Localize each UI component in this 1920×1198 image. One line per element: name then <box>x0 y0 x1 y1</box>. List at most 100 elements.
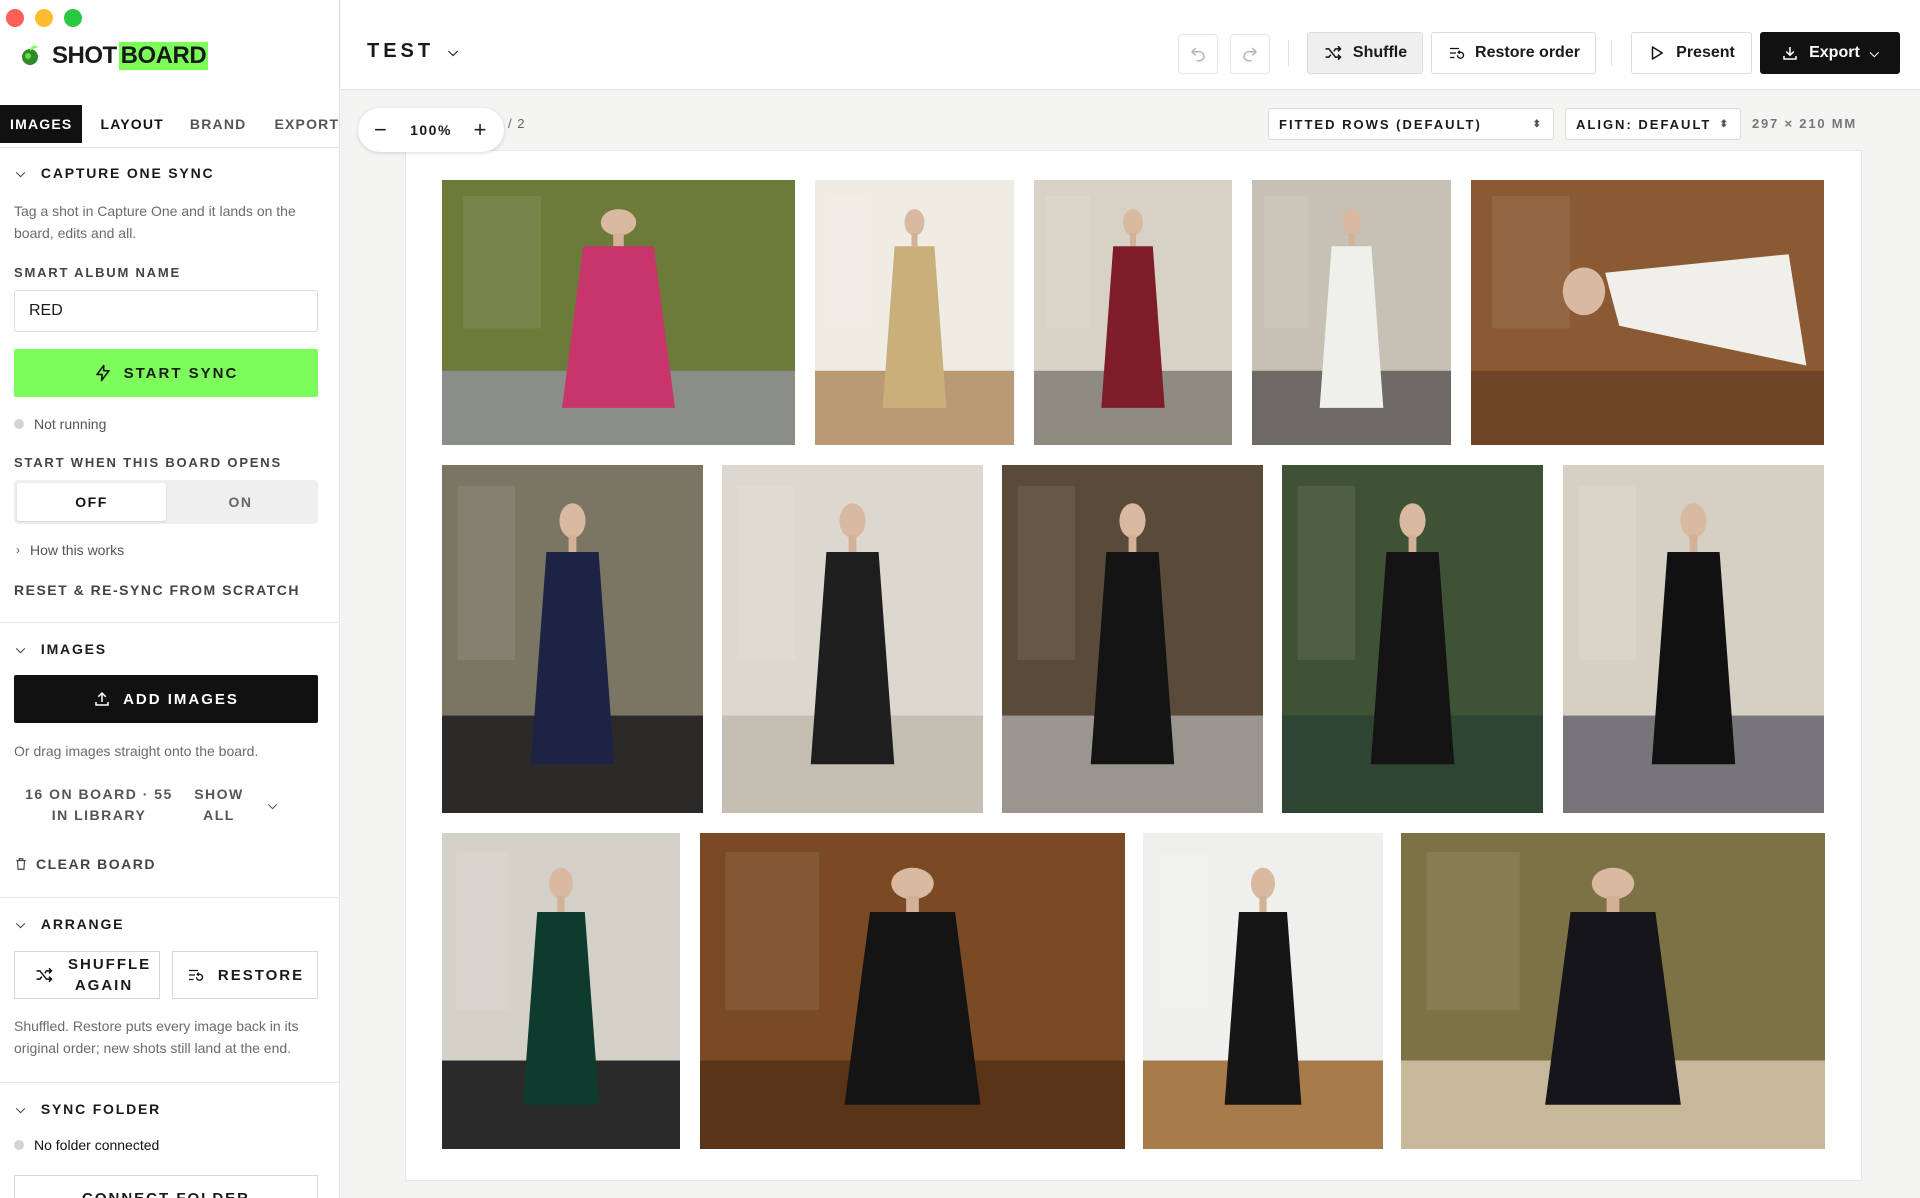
export-label: Export <box>1809 44 1860 61</box>
photo-burgundy-dress[interactable] <box>1034 180 1232 445</box>
tab-brand[interactable]: BRAND <box>180 105 257 143</box>
add-images-button[interactable]: ADD IMAGES <box>14 675 318 723</box>
redo-icon <box>1243 47 1258 62</box>
photo-image <box>442 833 680 1149</box>
tab-layout[interactable]: LAYOUT <box>90 105 173 143</box>
photo-gold-gown[interactable] <box>815 180 1014 445</box>
minimize-window-button[interactable] <box>35 9 53 27</box>
toggle-off-option[interactable]: OFF <box>17 483 166 521</box>
photo-black-fringe-gown-street[interactable] <box>1563 465 1824 813</box>
sidebar-tabs: IMAGES LAYOUT BRAND EXPORT <box>0 100 339 148</box>
sync-folder-status-text: No folder connected <box>34 1137 160 1153</box>
restore-order-icon <box>1450 47 1465 59</box>
sync-status-text: Not running <box>34 416 107 432</box>
align-select[interactable]: ALIGN: DEFAULT ⬍ <box>1565 108 1741 140</box>
add-images-label: ADD IMAGES <box>123 690 239 708</box>
chevron-down-icon[interactable]: ⌵ <box>268 795 279 816</box>
page-indicator: / 2 <box>508 116 525 131</box>
present-label: Present <box>1676 44 1735 61</box>
maximize-window-button[interactable] <box>64 9 82 27</box>
chevron-down-icon: ⌵ <box>16 641 27 656</box>
shuffle-again-button[interactable]: SHUFFLE AGAIN <box>14 951 160 999</box>
photo-black-dress-wood-door[interactable] <box>700 833 1125 1149</box>
toggle-on-option[interactable]: ON <box>166 483 315 521</box>
shuffle-button[interactable]: Shuffle <box>1307 32 1423 74</box>
zoom-out-button[interactable]: − <box>374 117 388 143</box>
photo-black-bomber-bench[interactable] <box>1282 465 1543 813</box>
photo-black-suit-terrace[interactable] <box>1401 833 1825 1149</box>
section-capture-one-toggle[interactable]: ⌵ CAPTURE ONE SYNC <box>16 165 214 181</box>
photo-pink-dress[interactable] <box>442 180 795 445</box>
photo-white-fringe-floor[interactable] <box>1471 180 1824 445</box>
sync-folder-status: No folder connected <box>14 1137 159 1153</box>
page-indicator-sep: / <box>508 116 518 131</box>
chevron-down-icon: ⌵ <box>16 165 27 180</box>
logo-text-board: BOARD <box>118 42 209 70</box>
photo-black-lace-gown[interactable] <box>1002 465 1263 813</box>
status-dot-icon <box>14 1140 24 1150</box>
photo-white-knit-dress[interactable] <box>1252 180 1451 445</box>
layout-select[interactable]: FITTED ROWS (DEFAULT) ⬍ <box>1268 108 1554 140</box>
toolbar-divider <box>1288 40 1289 66</box>
section-title: CAPTURE ONE SYNC <box>40 165 215 181</box>
restore-button[interactable]: RESTORE <box>172 951 318 999</box>
sidebar: SHOT BOARD IMAGES LAYOUT BRAND EXPORT ⌵ … <box>0 0 340 1198</box>
download-icon <box>1783 47 1797 60</box>
shuffle-icon <box>36 967 53 983</box>
zoom-in-button[interactable]: + <box>474 117 488 143</box>
photo-black-dress-seated[interactable] <box>1143 833 1383 1149</box>
photo-image <box>1143 833 1383 1149</box>
photo-green-gown-balcony[interactable] <box>442 833 680 1149</box>
close-window-button[interactable] <box>6 9 24 27</box>
tab-export[interactable]: EXPORT <box>264 105 339 143</box>
smart-album-value: RED <box>29 302 63 319</box>
photo-image <box>1252 180 1451 445</box>
section-title: SYNC FOLDER <box>40 1101 162 1117</box>
zoom-control: − 100% + <box>358 108 504 152</box>
chevron-right-icon: › <box>16 543 20 557</box>
trash-icon <box>16 858 26 870</box>
drag-hint: Or drag images straight onto the board. <box>14 743 259 759</box>
photo-image <box>1034 180 1232 445</box>
undo-button[interactable] <box>1178 34 1218 74</box>
start-sync-label: START SYNC <box>123 364 239 382</box>
board-name-dropdown[interactable]: TEST ⌵ <box>367 40 462 63</box>
library-filter-select[interactable]: SHOW ALL <box>190 784 248 826</box>
photo-image <box>1563 465 1824 813</box>
zoom-level: 100% <box>410 122 452 138</box>
toolbar-divider <box>1611 40 1612 66</box>
present-button[interactable]: Present <box>1631 32 1752 74</box>
connect-folder-button[interactable]: CONNECT FOLDER <box>14 1175 318 1198</box>
section-images-toggle[interactable]: ⌵ IMAGES <box>16 641 107 657</box>
upload-icon <box>95 691 109 706</box>
restore-label: RESTORE <box>217 966 305 984</box>
paper-size: 297 × 210 MM <box>1752 116 1858 131</box>
export-button[interactable]: Export ⌵ <box>1760 32 1900 74</box>
reset-resync-button[interactable]: RESET & RE-SYNC FROM SCRATCH <box>14 582 300 598</box>
clear-board-label: CLEAR BOARD <box>36 856 156 872</box>
board-library-count: 16 ON BOARD · 55 IN LIBRARY <box>25 786 173 823</box>
tab-images[interactable]: IMAGES <box>0 104 83 143</box>
shuffle-again-label: SHUFFLE AGAIN <box>68 956 152 994</box>
photo-polka-dot-dress[interactable] <box>722 465 983 813</box>
redo-button[interactable] <box>1230 34 1270 74</box>
section-title: ARRANGE <box>40 916 125 932</box>
sync-status: Not running <box>14 416 106 432</box>
logo-text-shot: SHOT <box>52 42 117 69</box>
restore-order-button[interactable]: Restore order <box>1431 32 1596 74</box>
restore-order-label: Restore order <box>1475 44 1580 61</box>
how-this-works-link[interactable]: › How this works <box>16 542 124 558</box>
play-icon <box>1651 46 1664 60</box>
start-sync-button[interactable]: START SYNC <box>14 349 318 397</box>
clear-board-button[interactable]: CLEAR BOARD <box>14 856 156 872</box>
smart-album-label: SMART ALBUM NAME <box>14 265 181 280</box>
app-logo: SHOT BOARD <box>18 42 209 70</box>
photo-navy-dress-balcony[interactable] <box>442 465 703 813</box>
chevron-down-icon: ⌵ <box>16 916 27 931</box>
logo-leaf-icon <box>22 45 38 65</box>
section-sync-folder-toggle[interactable]: ⌵ SYNC FOLDER <box>16 1101 161 1117</box>
layout-select-value: FITTED ROWS (DEFAULT) <box>1279 116 1482 132</box>
photo-image <box>722 465 983 813</box>
smart-album-input[interactable]: RED <box>14 290 318 332</box>
section-arrange-toggle[interactable]: ⌵ ARRANGE <box>16 916 124 932</box>
